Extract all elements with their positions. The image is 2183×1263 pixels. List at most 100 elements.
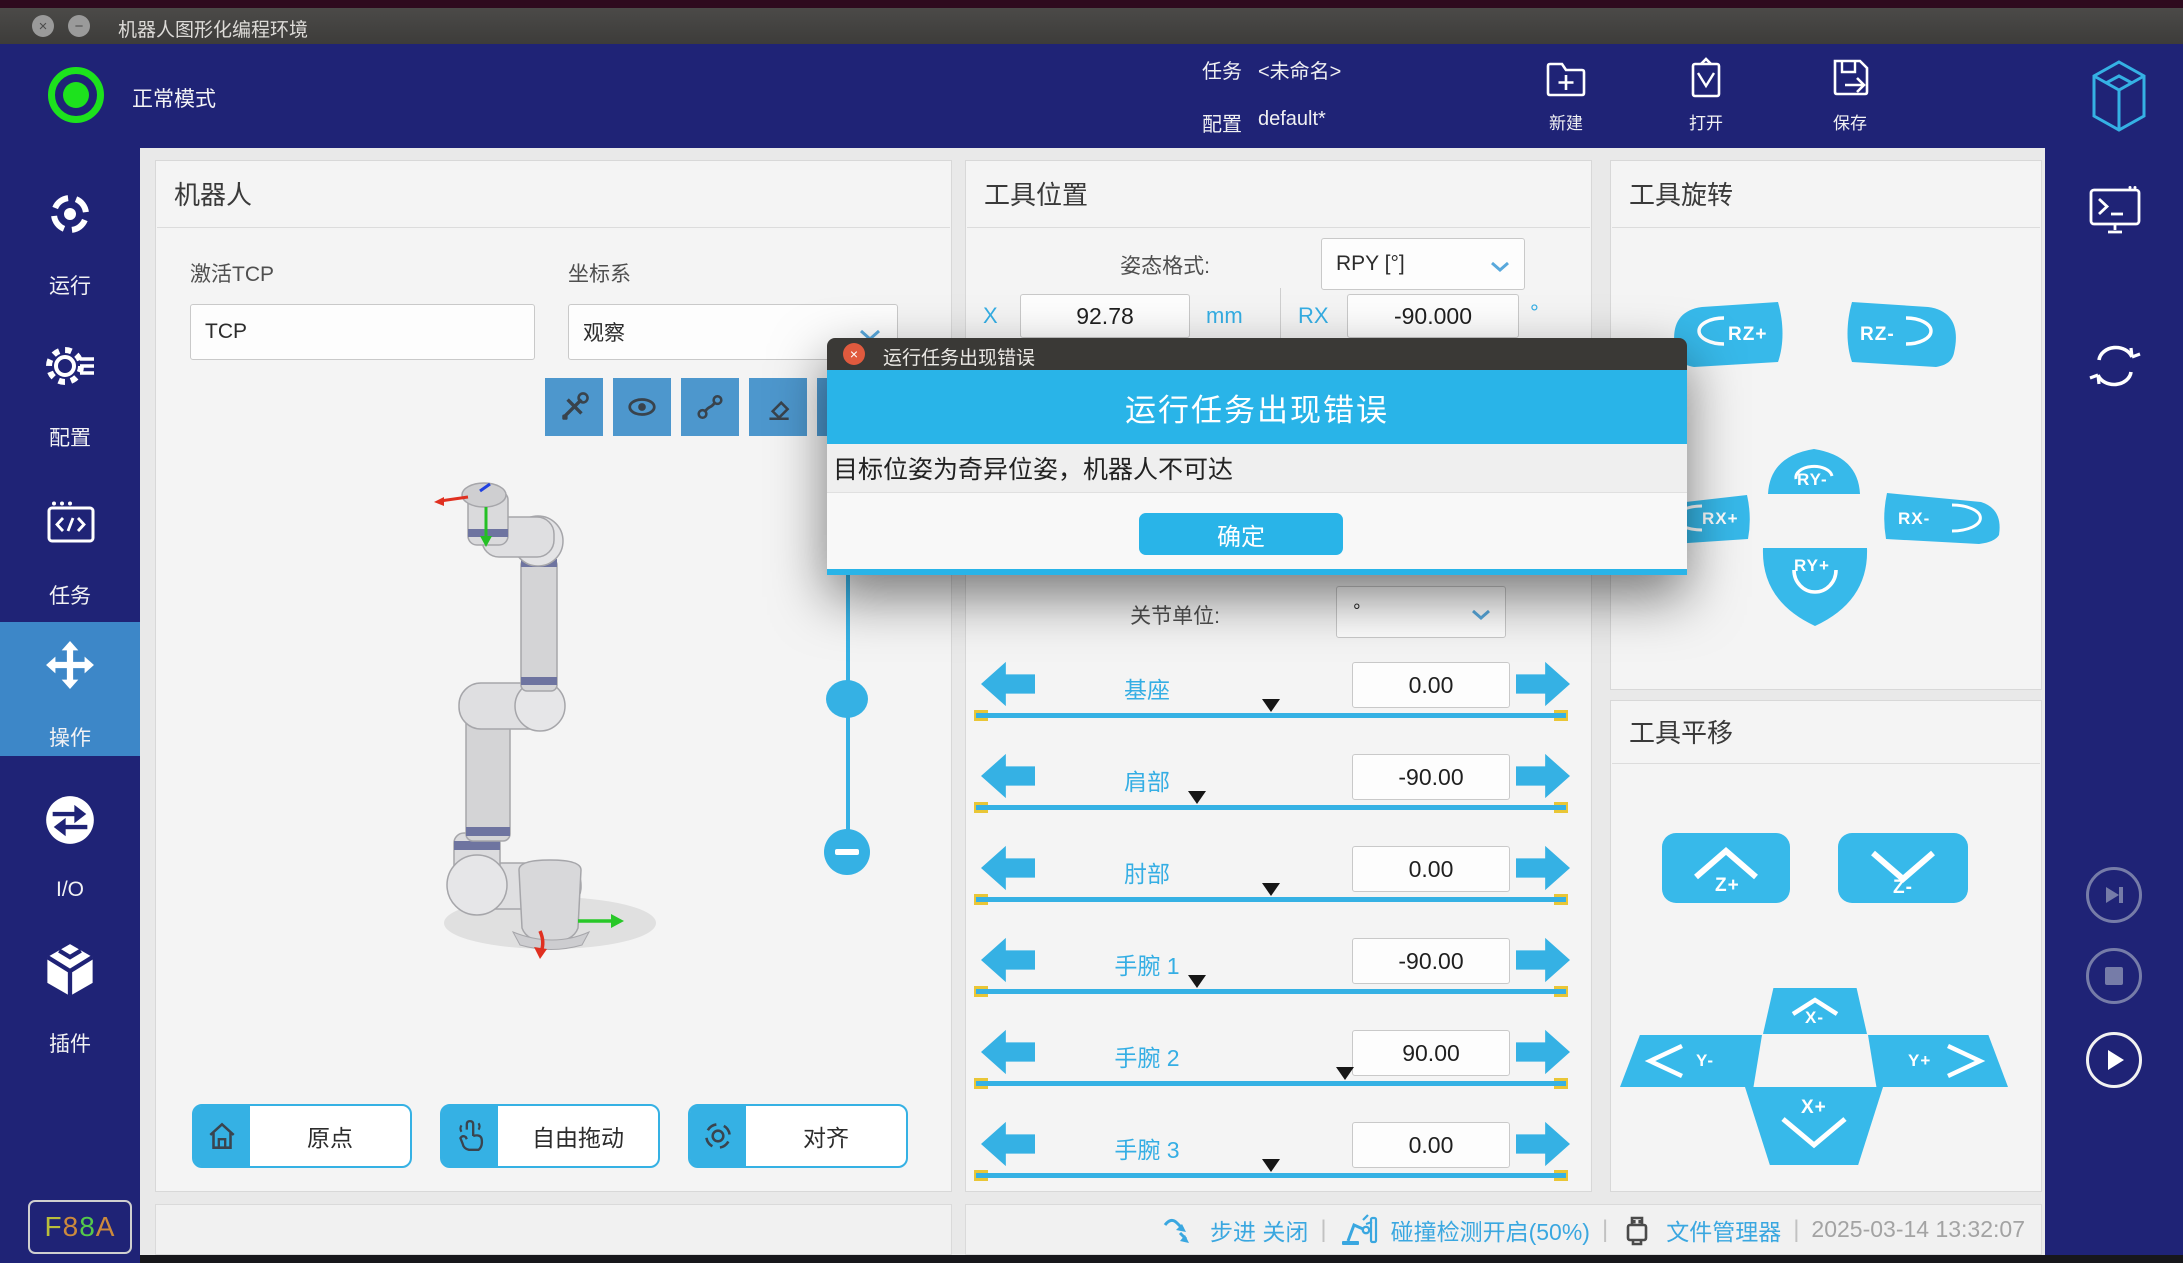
step-forward-button[interactable] [2086,867,2142,923]
ry-minus-button[interactable]: RY- [1765,446,1863,494]
slider-marker[interactable] [1336,1067,1354,1080]
rz-plus-label: RZ+ [1728,324,1767,346]
chevron-down-icon [1471,609,1491,621]
rx-unit-label: ° [1530,300,1539,326]
open-label: 打开 [1668,109,1744,134]
view-zoom-out-button[interactable] [824,829,870,875]
x-axis-label: X [983,303,998,329]
new-task-icon [1543,56,1589,102]
collision-detect-toggle[interactable]: 碰撞检测开启(50%) [1391,1213,1590,1247]
status-bar-content: 步进 关闭 | 碰撞检测开启(50%) | 文件管理器 | 2025-03-14… [1100,1204,2025,1255]
open-icon [1683,56,1729,102]
view-zoom-handle[interactable] [826,680,868,718]
error-dialog-header: 运行任务出现错误 [827,370,1687,444]
save-button[interactable]: 保存 [1812,54,1888,142]
sidebar-item-operate-label: 操作 [0,722,140,752]
slider-marker[interactable] [1262,883,1280,896]
io-icon [44,794,96,846]
dialog-ok-button[interactable]: 确定 [1139,513,1343,555]
joint-4-slider[interactable] [976,1067,1566,1089]
eraser-icon [762,391,794,423]
operate-move-icon [45,640,95,690]
rz-minus-button[interactable]: RZ- [1844,300,1964,368]
sidebar-item-io-label: I/O [0,878,140,902]
ry-plus-button[interactable]: RY+ [1756,544,1874,630]
joint-unit-dropdown[interactable]: ° [1336,586,1506,638]
z-plus-button[interactable]: Z+ [1662,833,1790,903]
robot-3d-viewport[interactable] [160,440,940,1090]
collision-detect-icon [1339,1212,1379,1248]
sidebar-item-io[interactable]: I/O [0,784,140,904]
divider: | [1602,1216,1608,1244]
z-minus-button[interactable]: Z- [1838,833,1968,903]
ry-minus-label: RY- [1797,470,1828,490]
slider-marker[interactable] [1262,699,1280,712]
slider-marker[interactable] [1188,975,1206,988]
play-button[interactable] [2086,1032,2142,1088]
rx-value-input[interactable]: -90.000 [1347,294,1519,338]
config-value: default* [1258,108,1326,131]
app-window: × − 机器人图形化编程环境 正常模式 任务 <未命名> 配置 default*… [0,0,2183,1263]
sidebar-item-config-label: 配置 [0,422,140,452]
joint-0-slider[interactable] [976,699,1566,721]
home-button[interactable]: 原点 [192,1104,412,1168]
window-minimize-button[interactable]: − [68,15,90,37]
error-dialog-header-text: 运行任务出现错误 [1125,385,1389,430]
pose-format-label: 姿态格式: [1020,250,1210,280]
bottom-edge-strip [140,1255,2183,1263]
align-button-label: 对齐 [746,1106,906,1166]
joint-5-slider[interactable] [976,1159,1566,1181]
sidebar-item-config[interactable]: 配置 [0,330,140,450]
joint-2-slider[interactable] [976,883,1566,905]
sidebar-item-run[interactable]: 运行 [0,178,140,298]
robot-panel-title: 机器人 [174,175,252,212]
sidebar-item-plugin-label: 插件 [0,1028,140,1058]
step-mode-toggle[interactable]: 步进 关闭 [1210,1213,1308,1247]
home-button-label: 原点 [250,1106,410,1166]
minus-icon [835,849,859,855]
rx-minus-button[interactable]: RX- [1880,490,2006,546]
align-button[interactable]: 对齐 [688,1104,908,1168]
error-dialog-title: 运行任务出现错误 [883,343,1035,370]
active-tcp-input[interactable]: TCP [190,304,535,360]
sidebar-item-task[interactable]: 任务 [0,486,140,606]
save-label: 保存 [1812,109,1888,134]
x-minus-button[interactable]: X- [1763,988,1867,1034]
x-value-input[interactable]: 92.78 [1020,294,1190,338]
slider-marker[interactable] [1262,1159,1280,1172]
error-dialog-titlebar[interactable]: × 运行任务出现错误 [827,338,1687,370]
new-task-button[interactable]: 新建 [1528,54,1604,142]
active-tcp-label: 激活TCP [190,258,274,288]
joint-1-slider[interactable] [976,791,1566,813]
local-control-icon[interactable] [2088,186,2142,236]
sidebar-item-operate[interactable]: 操作 [0,628,140,752]
step-forward-icon [2099,880,2129,910]
error-dialog-footer: 确定 [827,492,1687,569]
view-visibility-button[interactable] [613,378,671,436]
joint-3-slider[interactable] [976,975,1566,997]
stop-button[interactable] [2086,948,2142,1004]
window-close-button[interactable]: × [32,15,54,37]
view-path-button[interactable] [681,378,739,436]
file-manager-link[interactable]: 文件管理器 [1666,1213,1781,1247]
device-logo: F88A [45,1211,116,1243]
dialog-close-button[interactable]: × [843,343,865,365]
free-drag-button[interactable]: 自由拖动 [440,1104,660,1168]
pose-format-dropdown[interactable]: RPY [°] [1321,238,1525,290]
loop-icon[interactable] [2087,340,2143,392]
chevron-down-icon [1490,261,1510,273]
y-minus-button[interactable]: Y- [1620,1035,1762,1087]
view-erase-button[interactable] [749,378,807,436]
divider: | [1320,1216,1326,1244]
open-button[interactable]: 打开 [1668,54,1744,142]
app-header: 正常模式 任务 <未命名> 配置 default* 新建 打开 [0,44,2183,148]
run-icon [46,190,94,238]
x-unit-label: mm [1206,303,1243,329]
slider-marker[interactable] [1188,791,1206,804]
x-plus-label: X+ [1801,1097,1827,1119]
align-target-icon [690,1106,746,1166]
view-tools-button[interactable] [545,378,603,436]
task-value: <未命名> [1258,55,1341,84]
sidebar-item-plugin[interactable]: 插件 [0,934,140,1054]
y-plus-button[interactable]: Y+ [1868,1035,2008,1087]
